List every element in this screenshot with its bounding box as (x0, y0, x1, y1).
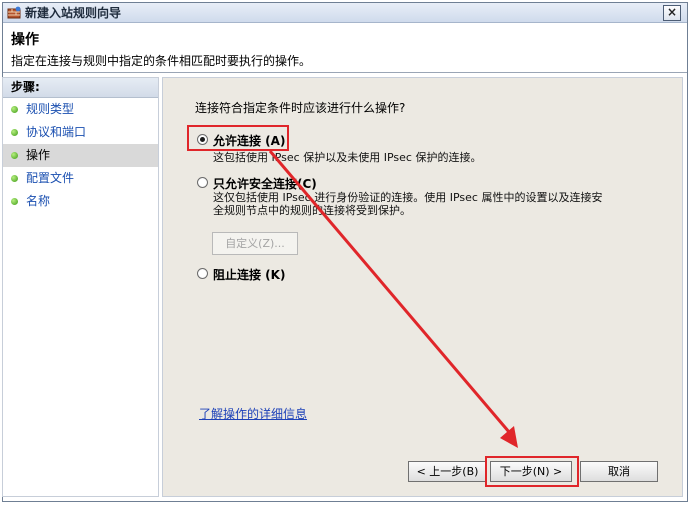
title-bar: 新建入站规则向导 × (3, 3, 687, 23)
sidebar-item-label: 配置文件 (26, 171, 75, 185)
steps-sidebar: 步骤: 规则类型 协议和端口 操作 配置文件 名称 (2, 77, 159, 497)
sidebar-item-protocol-ports[interactable]: 协议和端口 (3, 121, 158, 144)
block-connection-label[interactable]: 阻止连接 (K) (213, 266, 285, 283)
sidebar-item-label: 协议和端口 (26, 125, 87, 139)
block-connection-radio[interactable] (197, 268, 208, 279)
cancel-button[interactable]: 取消 (580, 461, 658, 482)
allow-connection-description: 这包括使用 IPsec 保护以及未使用 IPsec 保护的连接。 (213, 151, 482, 164)
sidebar-item-profile[interactable]: 配置文件 (3, 167, 158, 190)
step-bullet-icon (11, 198, 18, 205)
action-details-link[interactable]: 了解操作的详细信息 (199, 405, 307, 422)
sidebar-item-label: 规则类型 (26, 102, 75, 116)
step-bullet-icon (11, 152, 18, 159)
sidebar-item-rule-type[interactable]: 规则类型 (3, 98, 158, 121)
step-bullet-icon (11, 106, 18, 113)
page-title: 操作 (11, 32, 39, 48)
back-button[interactable]: < 上一步(B) (408, 461, 487, 482)
close-button[interactable]: × (663, 5, 681, 21)
allow-secure-label[interactable]: 只允许安全连接(C) (213, 175, 317, 192)
allow-option-highlight (187, 125, 289, 151)
firewall-icon (7, 6, 21, 19)
page-header: 操作 指定在连接与规则中指定的条件相匹配时要执行的操作。 (3, 23, 687, 73)
next-button-highlight (485, 456, 579, 487)
allow-secure-description-line2: 全规则节点中的规则的连接将受到保护。 (213, 204, 411, 217)
allow-secure-radio[interactable] (197, 177, 208, 188)
close-icon: × (666, 5, 678, 19)
page-description: 指定在连接与规则中指定的条件相匹配时要执行的操作。 (11, 54, 312, 68)
step-bullet-icon (11, 129, 18, 136)
sidebar-item-label: 名称 (26, 194, 51, 208)
action-question: 连接符合指定条件时应该进行什么操作? (195, 101, 406, 115)
sidebar-item-action[interactable]: 操作 (3, 144, 158, 167)
sidebar-item-label: 操作 (26, 148, 51, 162)
customize-button[interactable]: 自定义(Z)... (212, 232, 298, 255)
allow-secure-description-line1: 这仅包括使用 IPsec 进行身份验证的连接。使用 IPsec 属性中的设置以及… (213, 191, 603, 204)
steps-heading: 步骤: (3, 78, 158, 98)
step-bullet-icon (11, 175, 18, 182)
sidebar-item-name[interactable]: 名称 (3, 190, 158, 213)
window-title: 新建入站规则向导 (25, 6, 122, 20)
